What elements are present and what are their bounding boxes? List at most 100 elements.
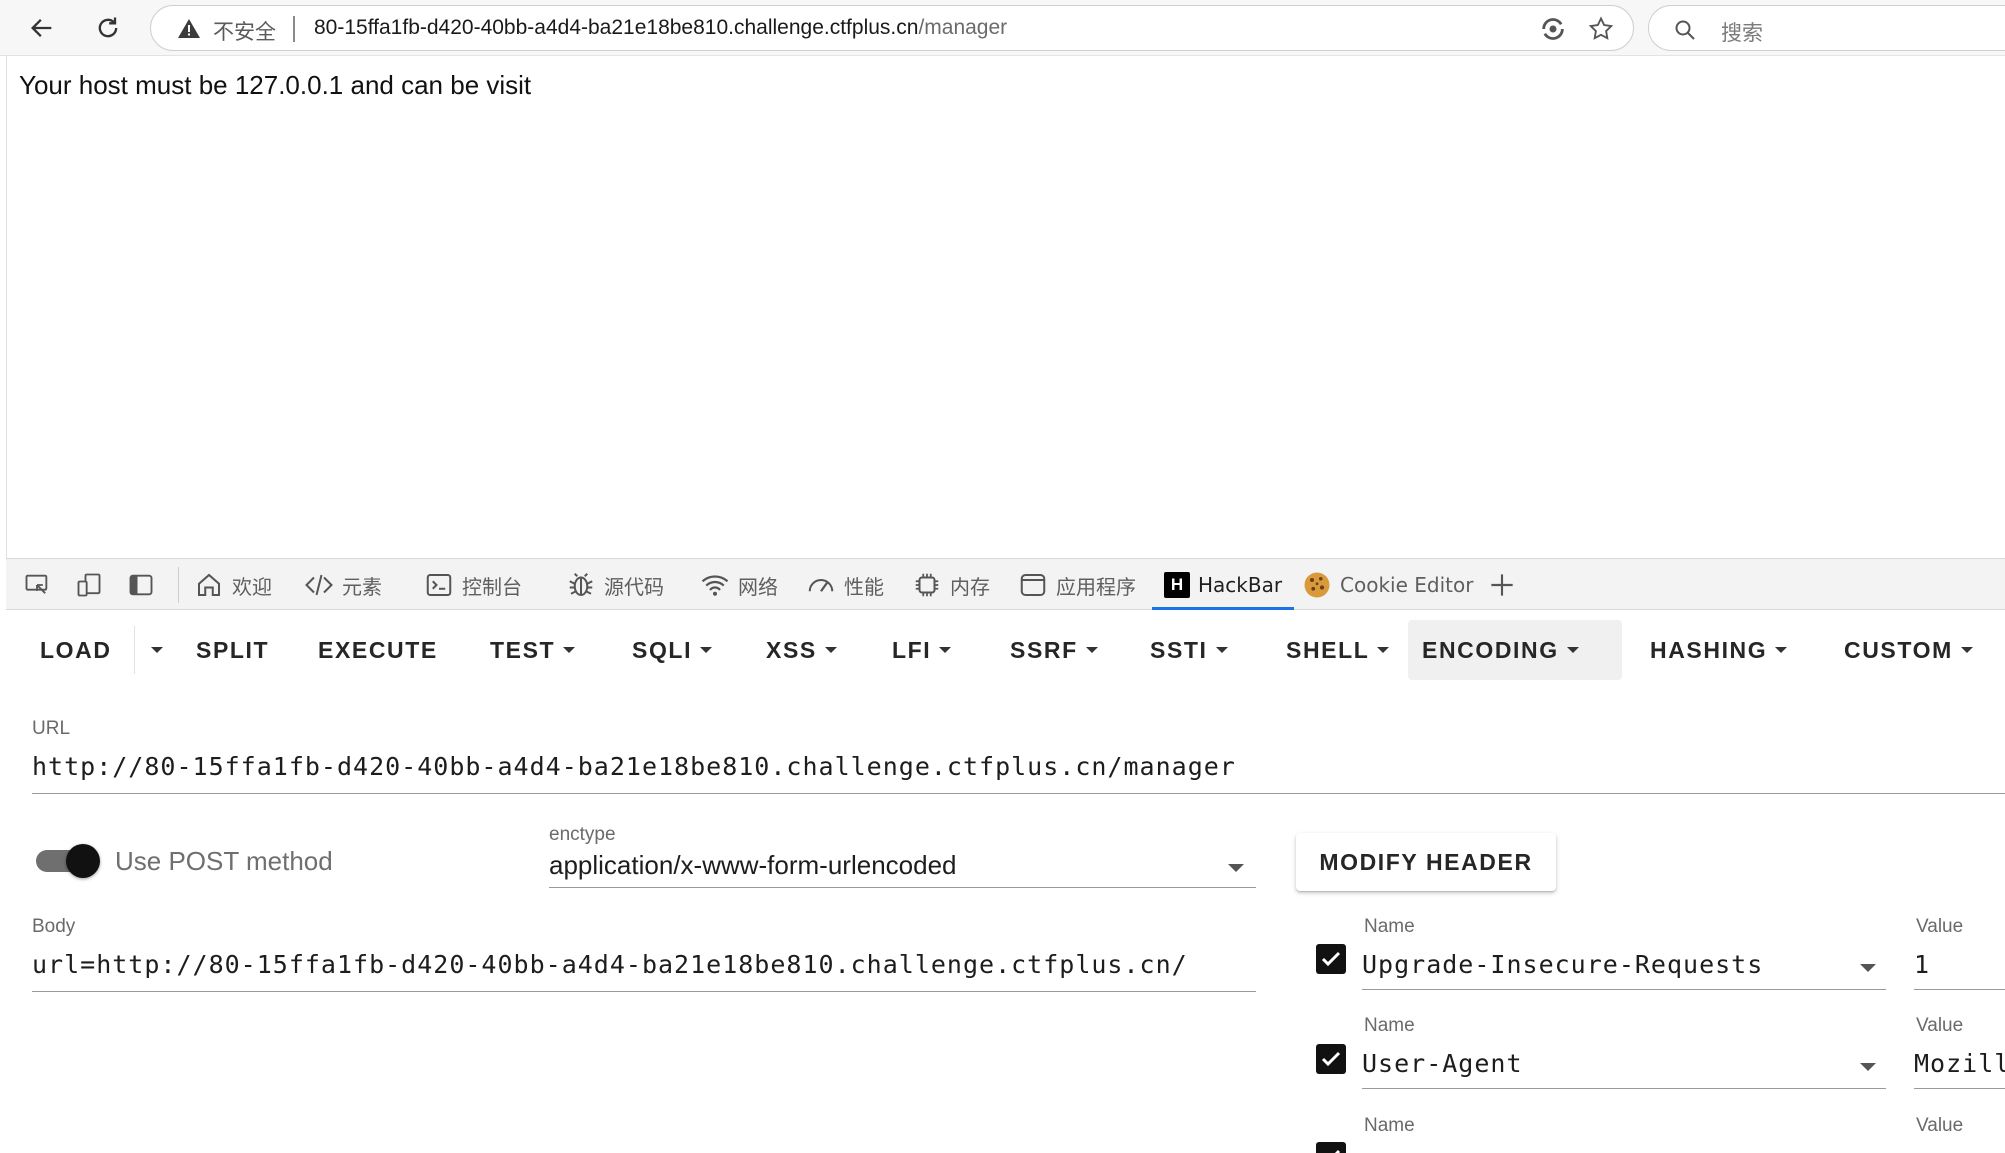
reload-button[interactable] [88,8,128,48]
header-value-input[interactable]: 1 [1914,946,2005,990]
load-button[interactable]: LOAD [26,620,126,680]
divider [178,567,179,603]
tab-cookie-editor[interactable]: Cookie Editor [1302,559,1473,611]
post-method-label: Use POST method [115,846,333,876]
hackbar-logo-icon: H [1164,572,1190,598]
header-name-value: User-Agent [1362,1049,1523,1078]
favorite-star-icon[interactable] [1587,15,1615,43]
ssrf-menu-button[interactable]: SSRF [996,620,1112,680]
search-placeholder: 搜索 [1721,21,1763,45]
address-url[interactable]: 80-15ffa1fb-d420-40bb-a4d4-ba21e18be810.… [314,16,1007,40]
test-menu-button[interactable]: TEST [476,620,589,680]
divider [293,16,295,42]
tab-label: HackBar [1198,573,1283,597]
home-icon [198,573,220,596]
chevron-down-icon [1566,647,1579,653]
split-button[interactable]: SPLIT [182,620,283,680]
page-viewport: Your host must be 127.0.0.1 and can be v… [6,56,2005,558]
header-value-input[interactable]: Mozill [1914,1045,2005,1089]
modify-header-label: MODIFY HEADER [1319,848,1533,875]
execute-label: EXECUTE [318,636,438,663]
tab-welcome[interactable]: 欢迎 [194,559,272,611]
console-icon [426,574,452,596]
enctype-select[interactable]: application/x-www-form-urlencoded [549,848,1256,888]
url-label: URL [32,718,71,739]
hashing-menu-button[interactable]: HASHING [1636,620,1801,680]
chevron-down-icon [939,647,952,653]
custom-label: CUSTOM [1844,636,1953,663]
panel-left-icon [129,574,153,596]
url-host: 80-15ffa1fb-d420-40bb-a4d4-ba21e18be810.… [314,16,919,39]
add-tab-icon[interactable] [1486,569,1518,601]
lfi-menu-button[interactable]: LFI [878,620,965,680]
tab-label: Cookie Editor [1340,573,1474,597]
lfi-label: LFI [892,636,932,663]
search-input[interactable]: 搜索 [1648,5,2005,51]
header-value-label: Value [1916,1015,1964,1036]
xss-menu-button[interactable]: XSS [752,620,851,680]
custom-menu-button[interactable]: CUSTOM [1830,620,1987,680]
split-label: SPLIT [196,636,270,663]
url-path: /manager [918,16,1008,39]
checkmark-icon [1334,1149,1341,1153]
bug-icon [569,573,593,596]
wifi-icon [701,575,729,596]
chevron-down-icon [824,647,837,653]
header-enabled-checkbox[interactable] [1316,1142,1346,1153]
app-window-icon [1020,574,1046,596]
tab-memory[interactable]: 内存 [912,559,990,611]
cookie-icon [1304,572,1330,598]
chevron-down-icon [1228,864,1244,872]
hashing-label: HASHING [1650,636,1768,663]
header-name-select[interactable]: Upgrade-Insecure-Requests [1362,946,1886,990]
header-name-select[interactable]: User-Agent [1362,1045,1886,1089]
enctype-label: enctype [549,824,616,845]
url-field[interactable]: http://80-15ffa1fb-d420-40bb-a4d4-ba21e1… [32,748,2005,794]
tab-sources[interactable]: 源代码 [566,559,664,611]
ssti-menu-button[interactable]: SSTI [1136,620,1242,680]
back-button[interactable] [22,8,62,48]
tab-network[interactable]: 网络 [700,559,778,611]
chevron-down-icon [1860,964,1876,972]
body-field[interactable]: url=http://80-15ffa1fb-d420-40bb-a4d4-ba… [32,946,1256,992]
test-label: TEST [490,636,556,663]
checkmark-icon [1321,951,1341,967]
ssrf-label: SSRF [1010,636,1078,663]
header-enabled-checkbox[interactable] [1316,944,1346,974]
post-method-toggle[interactable] [36,844,100,878]
device-emulation-button[interactable] [72,569,106,601]
header-name-value: Upgrade-Insecure-Requests [1362,950,1764,979]
header-name-label: Name [1364,1115,1415,1136]
header-value-text: 1 [1914,950,1931,979]
edge-refresh-icon[interactable] [1539,15,1567,43]
load-dropdown-button[interactable] [144,620,170,680]
dock-side-button[interactable] [124,569,158,601]
header-enabled-checkbox[interactable] [1316,1044,1346,1074]
checkmark-icon [1321,1051,1341,1067]
security-label[interactable]: 不安全 [213,16,276,46]
header-name-label: Name [1364,1015,1415,1036]
tab-console[interactable]: 控制台 [424,559,522,611]
header-value-label: Value [1916,1115,1964,1136]
chevron-down-icon [1215,647,1228,653]
sqli-label: SQLI [632,636,693,663]
chevron-down-icon [1775,647,1788,653]
browser-toolbar: 不安全 80-15ffa1fb-d420-40bb-a4d4-ba21e18be… [0,0,2005,56]
execute-button[interactable]: EXECUTE [304,620,452,680]
modify-header-button[interactable]: MODIFY HEADER [1296,833,1556,891]
ssti-label: SSTI [1150,636,1208,663]
address-bar[interactable]: 不安全 80-15ffa1fb-d420-40bb-a4d4-ba21e18be… [150,5,1634,51]
chevron-down-icon [1377,647,1390,653]
inspect-element-button[interactable] [20,569,54,601]
warning-icon[interactable] [177,17,201,41]
inspect-icon [25,574,48,594]
tab-performance[interactable]: 性能 [806,559,884,611]
encoding-menu-button[interactable]: ENCODING [1408,620,1622,680]
tab-hackbar[interactable]: H HackBar [1151,559,1295,611]
sqli-menu-button[interactable]: SQLI [618,620,726,680]
tab-label: 欢迎 [232,574,272,599]
shell-menu-button[interactable]: SHELL [1272,620,1403,680]
tab-elements[interactable]: 元素 [304,559,382,611]
tab-label: 应用程序 [1056,574,1136,599]
tab-application[interactable]: 应用程序 [1018,559,1136,611]
